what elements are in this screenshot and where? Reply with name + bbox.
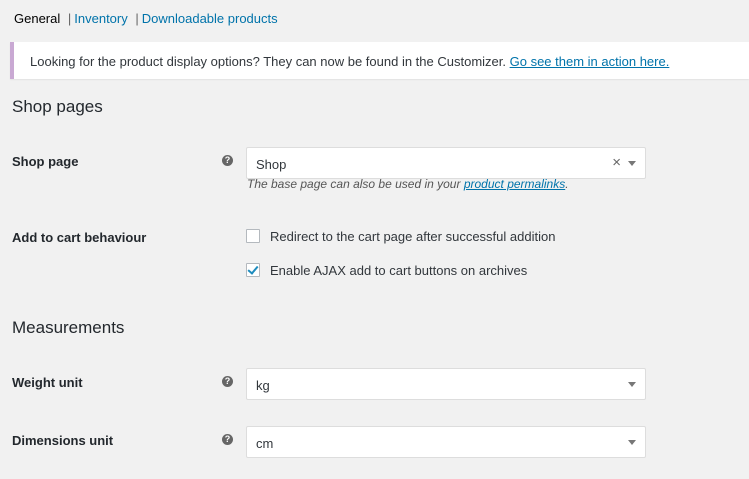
tab-general[interactable]: General	[14, 11, 60, 26]
chevron-down-icon	[628, 382, 636, 387]
notice-message: Looking for the product display options?…	[30, 54, 506, 69]
weight-unit-select[interactable]: kg	[246, 368, 646, 400]
description-suffix: .	[565, 177, 569, 191]
tab-separator: |	[135, 11, 139, 26]
settings-subnav: General | Inventory | Downloadable product…	[14, 11, 278, 26]
description-text: The base page can also be used in your	[247, 177, 461, 191]
measurements-heading: Measurements	[12, 318, 125, 337]
customizer-link[interactable]: Go see them in action here.	[510, 54, 670, 69]
redirect-to-cart-checkbox[interactable]	[246, 229, 260, 243]
dimensions-unit-label: Dimensions unit	[12, 433, 114, 448]
dimensions-unit-select[interactable]: cm	[246, 426, 646, 458]
shop-page-label: Shop page	[12, 154, 79, 169]
help-icon[interactable]: ?	[222, 376, 233, 387]
shop-page-description: The base page can also be used in your p…	[247, 177, 569, 191]
product-permalinks-link[interactable]: product permalinks	[464, 177, 565, 191]
help-icon[interactable]: ?	[222, 155, 233, 166]
clear-selection-icon[interactable]: ×	[612, 154, 621, 171]
weight-unit-label: Weight unit	[12, 375, 83, 390]
notice-text-wrap: Looking for the product display options?…	[30, 54, 669, 69]
tab-downloadable-products[interactable]: Downloadable products	[142, 11, 278, 26]
ajax-add-to-cart-checkbox[interactable]	[246, 263, 260, 277]
dimensions-unit-value: cm	[256, 436, 274, 451]
chevron-down-icon	[628, 440, 636, 445]
tab-separator: |	[67, 11, 72, 26]
shop-page-value: Shop	[256, 157, 287, 172]
tab-inventory[interactable]: Inventory	[74, 11, 127, 26]
redirect-to-cart-label[interactable]: Redirect to the cart page after successf…	[270, 229, 555, 244]
customizer-notice: Looking for the product display options?…	[10, 42, 749, 79]
checkmark-icon	[247, 263, 259, 275]
shop-pages-heading: Shop pages	[12, 97, 103, 116]
chevron-down-icon	[628, 161, 636, 166]
weight-unit-value: kg	[256, 378, 270, 393]
add-to-cart-label: Add to cart behaviour	[12, 230, 147, 245]
help-icon[interactable]: ?	[222, 434, 233, 445]
shop-page-select[interactable]: Shop ×	[246, 147, 646, 179]
ajax-add-to-cart-label[interactable]: Enable AJAX add to cart buttons on archi…	[270, 263, 527, 278]
